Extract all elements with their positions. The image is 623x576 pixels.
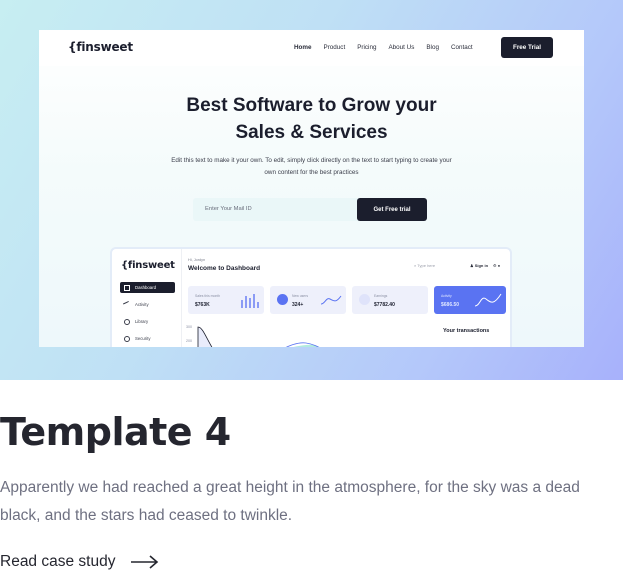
card-value: 324+ (292, 302, 304, 308)
email-placeholder: Enter Your Mail ID (205, 206, 252, 212)
dashboard-sign-in-label: Sign in (474, 263, 489, 268)
template-title: Template 4 (0, 410, 231, 454)
card-value: $7782.40 (374, 302, 395, 308)
users-icon (277, 294, 288, 305)
transactions-title: Your transactions (443, 328, 490, 334)
dashboard-logo: {finsweet (121, 260, 175, 271)
stat-card-activity: Activity $686.50 (434, 286, 506, 314)
dashboard-search: ⌕ Type here (414, 263, 436, 268)
site-logo: {finsweet (68, 40, 133, 54)
sidebar-item-activity: Activity (120, 299, 175, 310)
stat-card-sales: Sales this month $763K (188, 286, 264, 314)
stat-card-users: New users 324+ (270, 286, 346, 314)
shield-icon (124, 335, 130, 342)
site-nav-links: Home Product Pricing About Us Blog Conta… (294, 44, 485, 51)
hero-headline: Best Software to Grow your Sales & Servi… (39, 92, 584, 146)
nav-link-product: Product (323, 44, 346, 51)
site-mockup: {finsweet Home Product Pricing About Us … (39, 30, 584, 347)
read-case-study-label: Read case study (0, 553, 116, 570)
axis-label: 300 (186, 325, 192, 329)
sidebar-item-label: Library (135, 319, 149, 324)
dashboard-toolbar-icons: ⚙ ● (493, 263, 501, 268)
sidebar-item-dashboard: Dashboard (120, 282, 175, 293)
nav-link-pricing: Pricing (357, 44, 377, 51)
site-navbar: {finsweet Home Product Pricing About Us … (39, 30, 584, 66)
template-preview-image: {finsweet Home Product Pricing About Us … (0, 0, 623, 380)
free-trial-button: Free Trial (501, 37, 553, 58)
arrow-right-icon (131, 555, 159, 569)
nav-link-home: Home (294, 44, 312, 51)
axis-label: 200 (186, 339, 192, 343)
dashboard-sidebar: {finsweet Dashboard Activity Library Sec… (112, 249, 182, 347)
sidebar-item-label: Dashboard (135, 285, 157, 290)
dashboard-search-placeholder: Type here (417, 263, 436, 268)
card-label: Sales this month (195, 294, 221, 298)
hero-subtext: Edit this text to make it your own. To e… (171, 157, 452, 176)
library-icon (124, 318, 130, 325)
dashboard-mockup: {finsweet Dashboard Activity Library Sec… (110, 247, 512, 347)
card-label: Activity (441, 294, 452, 298)
stat-card-earnings: Earnings $7782.40 (352, 286, 428, 314)
area-chart-mock (197, 326, 320, 347)
nav-link-blog: Blog (426, 44, 439, 51)
earnings-icon (359, 294, 370, 305)
sidebar-item-library: Library (120, 316, 175, 327)
hero-headline-text: Best Software to Grow your Sales & Servi… (186, 95, 437, 143)
get-free-trial-button: Get Free trial (357, 198, 427, 221)
card-value: $686.50 (441, 302, 460, 308)
grid-icon (124, 284, 130, 291)
sidebar-item-label: Activity (135, 302, 149, 307)
card-label: Earnings (374, 294, 388, 298)
sidebar-item-security: Security (120, 333, 175, 344)
dashboard-title: Welcome to Dashboard (188, 265, 261, 272)
dashboard-greeting: Hi, Jordyn (188, 258, 206, 262)
card-label: New users (292, 294, 309, 298)
template-description: Apparently we had reached a great height… (0, 479, 580, 524)
card-value: $763K (195, 302, 210, 308)
activity-icon (123, 300, 131, 309)
nav-link-about: About Us (388, 44, 415, 51)
sidebar-item-label: Security (135, 336, 151, 341)
dashboard-sign-in: ♟ Sign in (470, 263, 489, 268)
activity-sparkline-icon (474, 293, 502, 307)
email-input-mock: Enter Your Mail ID Get Free trial (193, 198, 427, 221)
read-case-study-link[interactable]: Read case study (0, 553, 159, 571)
bar-sparkline-icon (241, 294, 259, 308)
line-sparkline-icon (320, 295, 342, 305)
nav-link-contact: Contact (450, 44, 473, 51)
